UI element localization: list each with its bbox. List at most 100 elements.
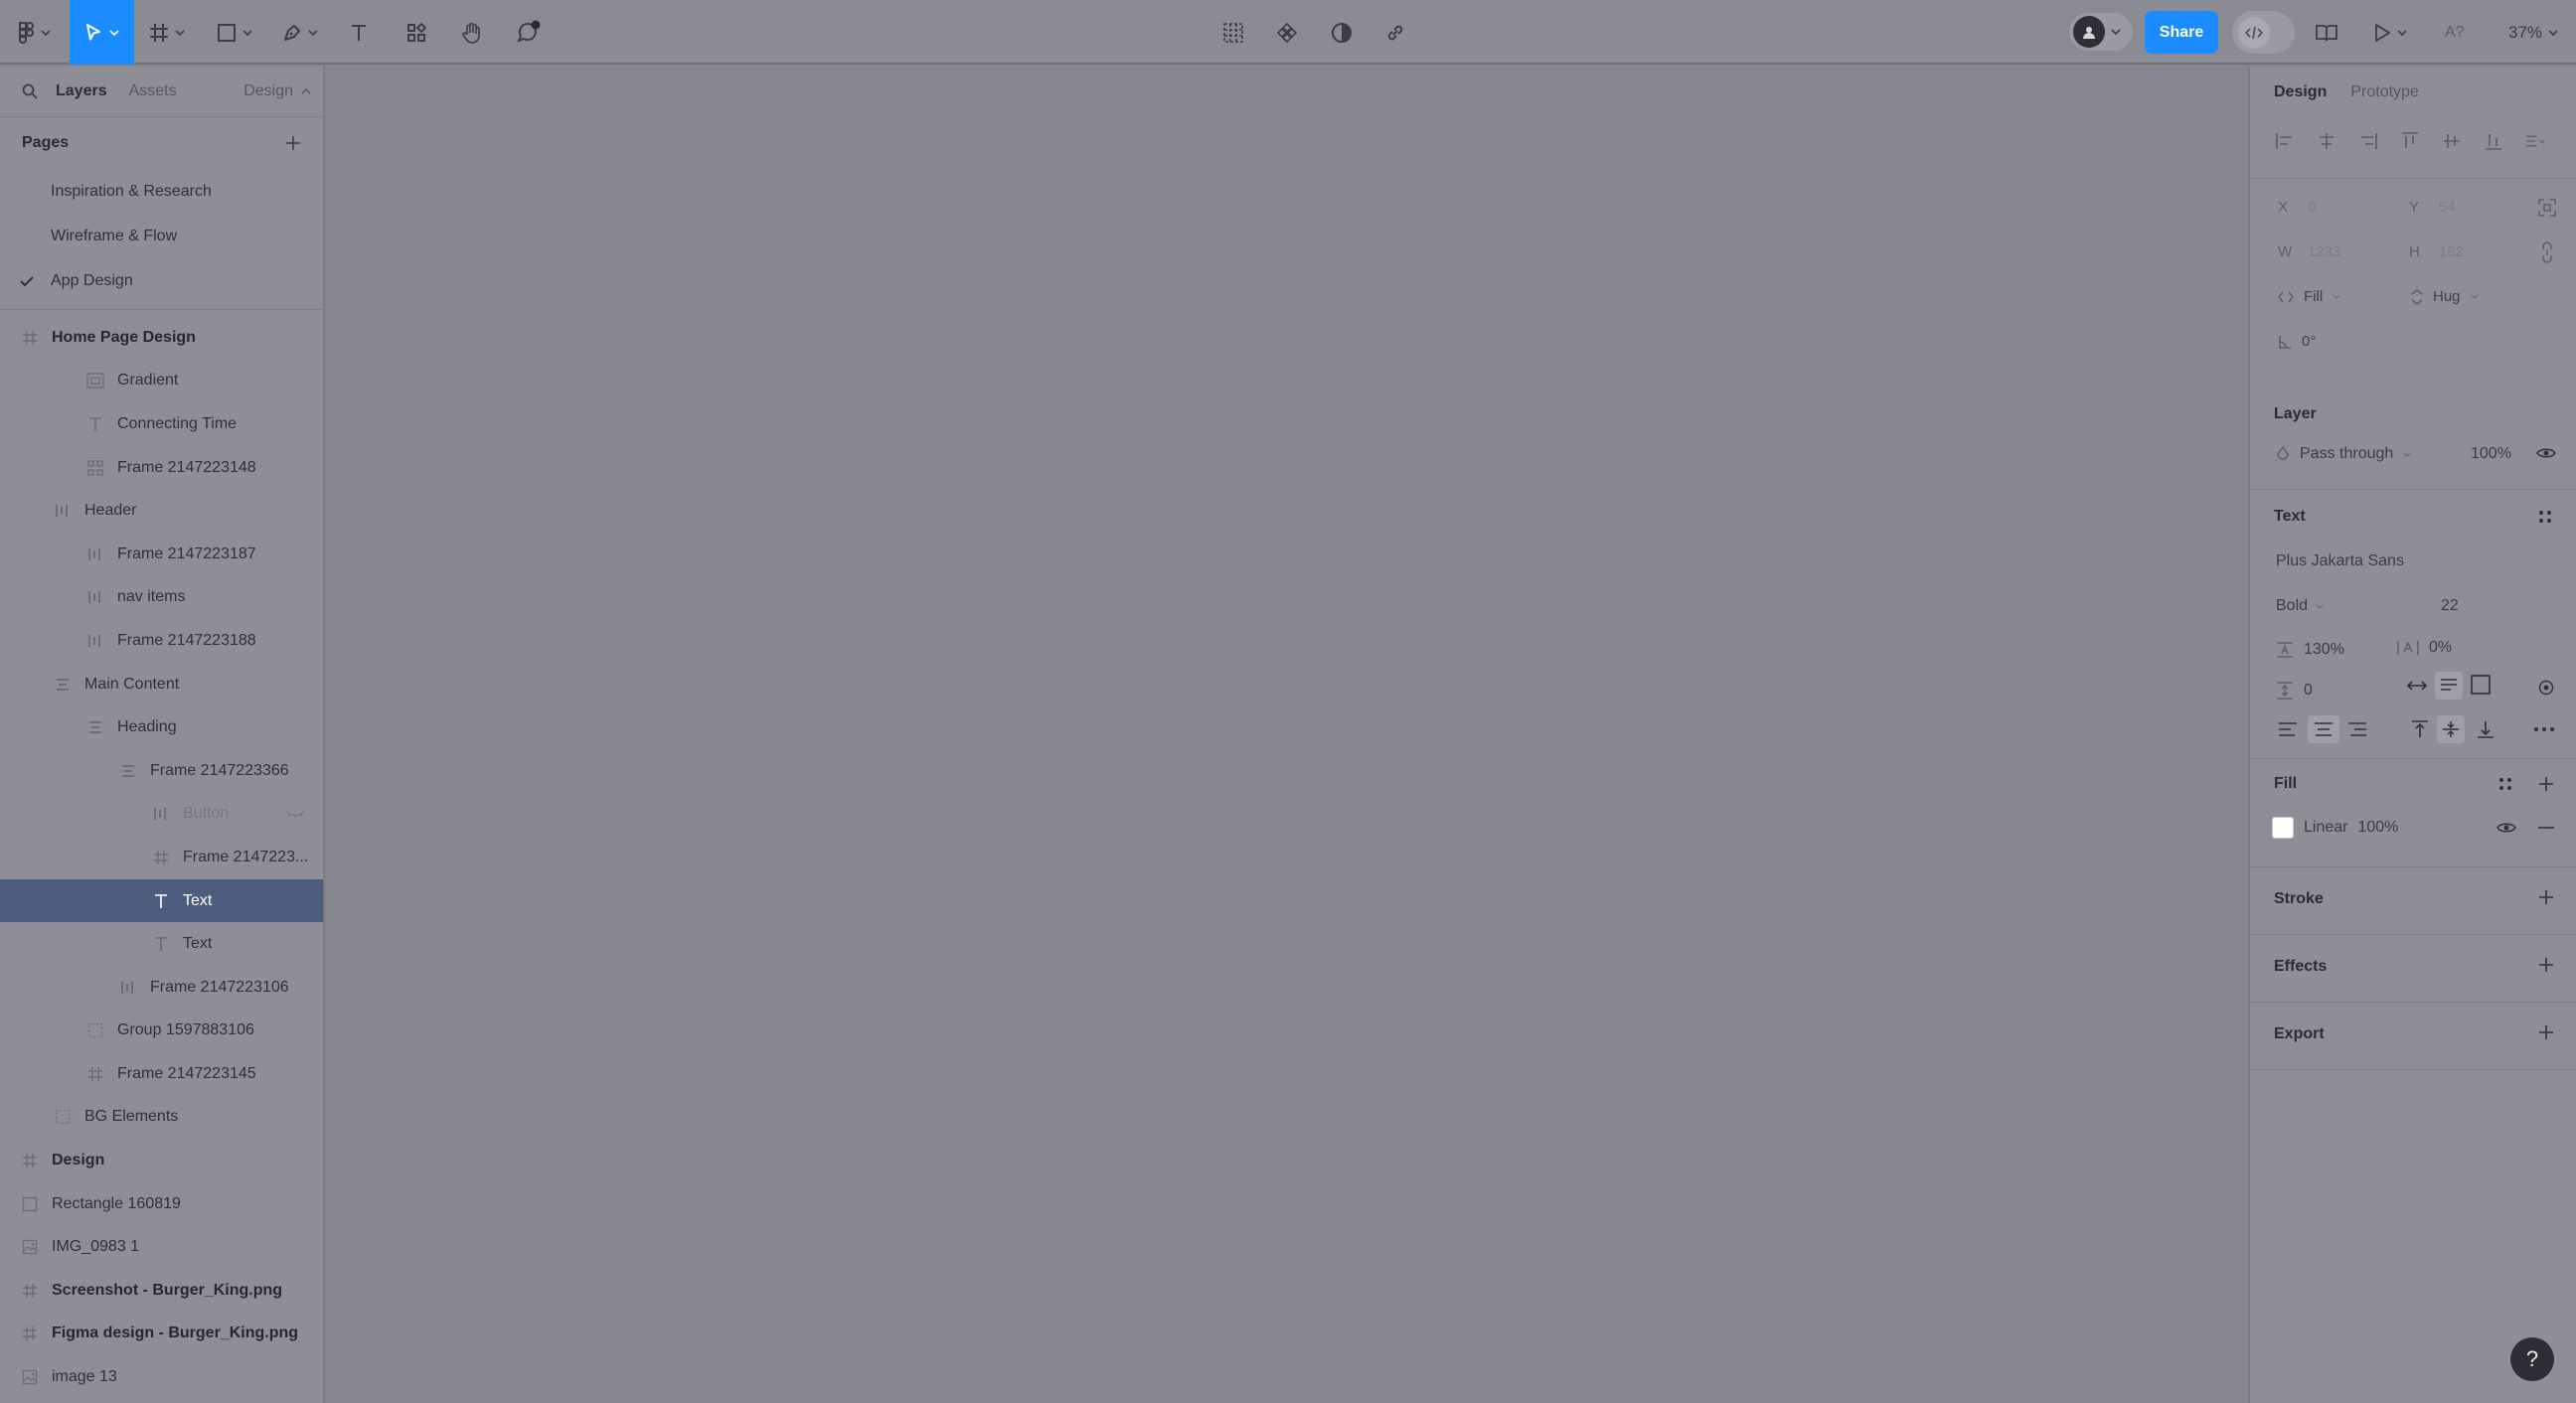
align-vertical-center-icon[interactable] xyxy=(2441,131,2463,151)
fill-styles-icon[interactable] xyxy=(2498,777,2512,791)
fill-color-swatch[interactable] xyxy=(2272,817,2294,839)
theme-contrast-button[interactable] xyxy=(1327,0,1357,65)
layer-item[interactable]: Frame 2147223106 xyxy=(0,966,323,1010)
page-item[interactable]: Inspiration & Research xyxy=(0,169,323,214)
main-menu-button[interactable] xyxy=(12,0,58,65)
auto-height-icon[interactable] xyxy=(2435,672,2463,700)
layer-item[interactable]: Home Page Design xyxy=(0,316,323,360)
eye-icon[interactable] xyxy=(2536,446,2556,460)
layer-item[interactable]: Header xyxy=(0,489,323,533)
eye-icon[interactable] xyxy=(2496,821,2516,835)
paragraph-spacing-field[interactable]: 0 xyxy=(2276,682,2313,700)
layout-grid-button[interactable] xyxy=(1218,0,1248,65)
remove-fill-icon[interactable] xyxy=(2538,827,2554,829)
height-mode-select[interactable]: Hug xyxy=(2411,288,2479,305)
tab-design[interactable]: Design xyxy=(2274,83,2327,101)
align-horizontal-center-icon[interactable] xyxy=(2316,132,2337,150)
layer-item[interactable]: BG Elements xyxy=(0,1096,323,1140)
eye-closed-icon[interactable] xyxy=(285,809,305,819)
layer-item[interactable]: Heading xyxy=(0,705,323,749)
auto-width-icon[interactable] xyxy=(2407,679,2427,693)
comment-tool-button[interactable] xyxy=(509,0,549,65)
layer-item[interactable]: Figma design - Burger_King.png xyxy=(0,1313,323,1356)
blend-mode-select[interactable]: Pass through xyxy=(2276,445,2411,463)
share-button[interactable]: Share xyxy=(2145,11,2218,54)
tab-assets[interactable]: Assets xyxy=(129,82,177,100)
resize-to-fit-icon[interactable] xyxy=(2538,199,2556,217)
link-button[interactable] xyxy=(1380,0,1410,65)
x-field[interactable]: X 0 xyxy=(2278,199,2316,216)
frame-tool-button[interactable] xyxy=(141,0,193,65)
pen-tool-button[interactable] xyxy=(274,0,326,65)
canvas[interactable] xyxy=(325,67,2248,1403)
layer-item[interactable]: Frame 2147223148 xyxy=(0,446,323,490)
font-check-button[interactable]: A? xyxy=(2445,0,2465,65)
zoom-menu[interactable]: 37% xyxy=(2508,0,2558,65)
design-mode-switch[interactable]: Design xyxy=(243,82,311,100)
layer-item[interactable]: Connecting Time xyxy=(0,402,323,446)
page-item[interactable]: Wireframe & Flow xyxy=(0,214,323,258)
page-item[interactable]: App Design xyxy=(0,258,323,303)
text-align-left-icon[interactable] xyxy=(2278,721,2298,737)
distribute-menu-icon[interactable] xyxy=(2524,132,2546,150)
layer-item[interactable]: Frame 2147223187 xyxy=(0,533,323,576)
layer-item[interactable]: Button xyxy=(0,793,323,837)
add-fill-icon[interactable] xyxy=(2538,776,2554,792)
more-options-icon[interactable] xyxy=(2534,727,2554,731)
align-right-icon[interactable] xyxy=(2357,132,2379,150)
shape-tool-button[interactable] xyxy=(209,0,260,65)
add-export-icon[interactable] xyxy=(2538,1024,2554,1040)
components-button[interactable] xyxy=(1272,0,1302,65)
vertical-align-bottom-icon[interactable] xyxy=(2477,720,2495,738)
vertical-align-top-icon[interactable] xyxy=(2411,720,2429,738)
tab-prototype[interactable]: Prototype xyxy=(2350,83,2418,101)
resources-tool-button[interactable] xyxy=(400,0,433,65)
font-size-field[interactable]: 22 xyxy=(2441,597,2459,615)
fixed-size-icon[interactable] xyxy=(2471,675,2491,695)
add-stroke-icon[interactable] xyxy=(2538,889,2554,905)
move-tool-button[interactable] xyxy=(70,0,134,65)
layer-item[interactable]: Frame 2147223145 xyxy=(0,1052,323,1096)
hand-tool-button[interactable] xyxy=(455,0,489,65)
layer-opacity-field[interactable]: 100% xyxy=(2471,445,2511,463)
rotation-field[interactable]: 0° xyxy=(2278,333,2316,350)
align-bottom-icon[interactable] xyxy=(2483,131,2504,151)
text-styles-icon[interactable] xyxy=(2538,510,2552,524)
fill-row[interactable]: Linear 100% xyxy=(2272,817,2398,839)
layer-item[interactable]: Frame 2147223366 xyxy=(0,749,323,793)
font-family-select[interactable]: Plus Jakarta Sans xyxy=(2276,552,2404,570)
font-weight-select[interactable]: Bold xyxy=(2276,597,2324,615)
tab-layers[interactable]: Layers xyxy=(56,82,107,100)
text-tool-button[interactable] xyxy=(342,0,376,65)
constrain-proportions-icon[interactable] xyxy=(2540,241,2554,263)
text-align-center-icon[interactable] xyxy=(2308,715,2339,743)
y-field[interactable]: Y 54 xyxy=(2409,199,2456,216)
layer-item[interactable]: image 13 xyxy=(0,1355,323,1399)
add-page-icon[interactable] xyxy=(285,135,301,151)
layer-item[interactable]: Screenshot - Burger_King.png xyxy=(0,1269,323,1313)
h-field[interactable]: H 182 xyxy=(2409,243,2464,260)
layer-item[interactable]: Frame 2147223... xyxy=(0,836,323,879)
w-field[interactable]: W 1233 xyxy=(2278,243,2340,260)
align-left-icon[interactable] xyxy=(2274,132,2296,150)
layer-item[interactable]: Group 1597883106 xyxy=(0,1010,323,1053)
layer-item[interactable]: Frame 2147223188 xyxy=(0,619,323,663)
help-button[interactable]: ? xyxy=(2510,1337,2554,1381)
library-button[interactable] xyxy=(2310,0,2343,65)
text-align-right-icon[interactable] xyxy=(2347,721,2367,737)
layer-item[interactable]: Text xyxy=(0,922,323,966)
text-settings-icon[interactable] xyxy=(2538,680,2554,696)
layer-item[interactable]: Text xyxy=(0,878,323,923)
layer-item[interactable]: IMG_0983 1 xyxy=(0,1225,323,1269)
search-icon[interactable] xyxy=(22,83,38,99)
user-menu[interactable] xyxy=(2069,13,2133,51)
vertical-align-middle-icon[interactable] xyxy=(2437,715,2465,743)
layer-item[interactable]: nav items xyxy=(0,576,323,620)
align-top-icon[interactable] xyxy=(2399,131,2421,151)
dev-mode-toggle[interactable] xyxy=(2232,11,2295,54)
layer-item[interactable]: Rectangle 160819 xyxy=(0,1182,323,1226)
add-effect-icon[interactable] xyxy=(2538,957,2554,973)
layer-item[interactable]: Design xyxy=(0,1139,323,1182)
letter-spacing-field[interactable]: 0% xyxy=(2397,639,2452,657)
width-mode-select[interactable]: Fill xyxy=(2278,288,2340,305)
